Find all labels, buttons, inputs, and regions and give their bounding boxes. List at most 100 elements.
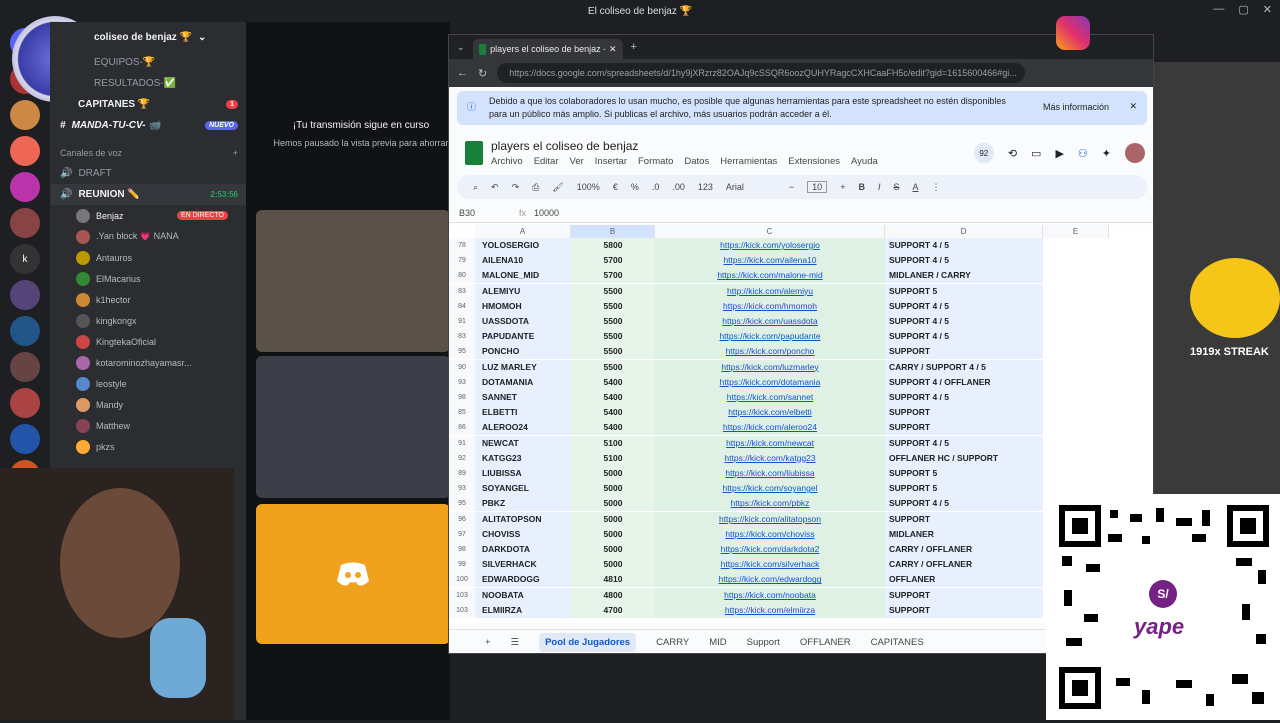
table-row[interactable]: 86 ALEROO24 5400 https://kick.com/aleroo24 S… — [449, 420, 1109, 436]
viewer-count[interactable]: 92 — [973, 143, 994, 163]
more-info-link[interactable]: Más información — [1043, 101, 1109, 114]
voice-channel[interactable]: 🔊 DRAFT — [50, 163, 246, 184]
kick-link-cell[interactable]: https://kick.com/soyangel — [655, 481, 885, 497]
server-icon[interactable] — [10, 172, 40, 202]
column-header[interactable]: D — [885, 225, 1043, 238]
sheet-tab[interactable]: Pool de Jugadores — [539, 633, 637, 652]
table-row[interactable]: 80 MALONE_MID 5700 https://kick.com/malone-… — [449, 268, 1109, 284]
channel-item[interactable]: EQUIPOS-🏆 — [50, 52, 246, 73]
voice-user[interactable]: Antauros — [50, 247, 246, 268]
table-row[interactable]: 84 HMOMOH 5500 https://kick.com/hmomoh SUPPO… — [449, 298, 1109, 314]
table-row[interactable]: 92 KATGG23 5100 https://kick.com/katgg23 OFF… — [449, 450, 1109, 466]
server-icon[interactable] — [10, 208, 40, 238]
table-row[interactable]: 95 PONCHO 5500 https://kick.com/poncho SUPPO… — [449, 344, 1109, 360]
all-sheets-icon[interactable]: ☰ — [511, 637, 520, 648]
kick-link-cell[interactable]: https://kick.com/poncho — [655, 344, 885, 360]
kick-link-cell[interactable]: https://kick.com/elmiirza — [655, 602, 885, 618]
table-row[interactable]: 95 PBKZ 5000 https://kick.com/pbkz SUPPORT 4… — [449, 496, 1109, 512]
kick-link-cell[interactable]: https://kick.com/ailena10 — [655, 253, 885, 269]
close-icon[interactable]: ✕ — [1129, 100, 1137, 113]
kick-link-cell[interactable]: https://kick.com/malone-mid — [655, 268, 885, 284]
voice-user[interactable]: .Yan block 💗 NANA — [50, 226, 246, 247]
menu-item[interactable]: Ayuda — [851, 156, 878, 167]
server-icon-k[interactable]: k — [10, 244, 40, 274]
kick-link-cell[interactable]: https://kick.com/uassdota — [655, 314, 885, 329]
server-icon[interactable] — [10, 100, 40, 130]
table-row[interactable]: 103 NOOBATA 4800 https://kick.com/noobata SU… — [449, 587, 1109, 603]
kick-link-cell[interactable]: https://kick.com/aleroo24 — [655, 420, 885, 436]
close-icon[interactable]: ✕ — [1263, 3, 1272, 16]
minimize-icon[interactable]: — — [1213, 3, 1224, 16]
column-header[interactable]: C — [655, 225, 885, 238]
gemini-icon[interactable]: ✦ — [1102, 147, 1111, 160]
voice-user[interactable]: k1hector — [50, 289, 246, 310]
comment-icon[interactable]: ▭ — [1031, 147, 1041, 160]
kick-link-cell[interactable]: https://kick.com/hmomoh — [655, 298, 885, 314]
table-row[interactable]: 93 DOTAMANIA 5400 https://kick.com/dotamani… — [449, 374, 1109, 390]
browser-tab[interactable]: players el coliseo de benjaz - Hoja ✕ — [472, 39, 623, 59]
kick-link-cell[interactable]: https://kick.com/newcat — [655, 435, 885, 451]
strikethrough-icon[interactable]: S — [893, 182, 899, 192]
bold-icon[interactable]: B — [858, 182, 865, 192]
channel-item[interactable]: CAPITANES 🏆 1 — [50, 94, 246, 115]
sheet-tab[interactable]: MID — [709, 637, 726, 648]
close-tab-icon[interactable]: ✕ — [609, 44, 617, 55]
kick-link-cell[interactable]: https://kick.com/luzmarley — [655, 359, 885, 375]
chevron-down-icon[interactable]: ⌄ — [457, 42, 465, 53]
table-row[interactable]: 79 AILENA10 5700 https://kick.com/ailena10 S… — [449, 253, 1109, 269]
italic-icon[interactable]: I — [878, 182, 881, 192]
voice-user[interactable]: kingkongx — [50, 310, 246, 331]
menu-item[interactable]: Editar — [534, 156, 559, 167]
kick-link-cell[interactable]: http://kick.com/alemiyu — [655, 283, 885, 299]
server-icon[interactable] — [10, 424, 40, 454]
back-icon[interactable]: ← — [457, 67, 468, 79]
kick-link-cell[interactable]: https://kick.com/choviss — [655, 526, 885, 542]
text-color-icon[interactable]: A — [912, 182, 918, 192]
channel-item[interactable]: RESULTADOS-✅ — [50, 73, 246, 94]
kick-link-cell[interactable]: https://kick.com/pbkz — [655, 496, 885, 512]
currency-button[interactable]: € — [613, 182, 618, 192]
kick-link-cell[interactable]: https://kick.com/elbetti — [655, 405, 885, 421]
table-row[interactable]: 98 DARKDOTA 5000 https://kick.com/darkdota2… — [449, 542, 1109, 557]
url-field[interactable]: https://docs.google.com/spreadsheets/d/1… — [497, 63, 1025, 83]
table-row[interactable]: 98 SANNET 5400 https://kick.com/sannet SUPPO… — [449, 390, 1109, 405]
table-row[interactable]: 78 YOLOSERGIO 5800 https://kick.com/yoloser… — [449, 238, 1109, 253]
kick-link-cell[interactable]: https://kick.com/yolosergio — [655, 238, 885, 253]
table-row[interactable]: 89 LIUBISSA 5000 https://kick.com/liubissa S… — [449, 466, 1109, 481]
voice-user[interactable]: Mandy — [50, 394, 246, 415]
table-row[interactable]: 99 SILVERHACK 5000 https://kick.com/silverh… — [449, 557, 1109, 573]
voice-channel-active[interactable]: 🔊 REUNION ✏️ 2:53:56 — [50, 184, 246, 205]
column-header[interactable]: A — [475, 225, 571, 238]
minus-icon[interactable]: − — [789, 182, 794, 192]
table-row[interactable]: 90 LUZ MARLEY 5500 https://kick.com/luzmarl… — [449, 359, 1109, 375]
zoom-select[interactable]: 100% — [577, 182, 600, 192]
video-tile[interactable] — [256, 210, 450, 352]
table-row[interactable]: 103 ELMIIRZA 4700 https://kick.com/elmiirza… — [449, 602, 1109, 618]
redo-icon[interactable]: ↷ — [512, 182, 520, 193]
table-row[interactable]: 97 CHOVISS 5000 https://kick.com/choviss MID… — [449, 526, 1109, 542]
server-icon[interactable] — [10, 388, 40, 418]
menu-item[interactable]: Archivo — [491, 156, 523, 167]
decrease-decimal-button[interactable]: .0 — [652, 182, 660, 192]
table-row[interactable]: 100 EDWARDOGG 4810 https://kick.com/edwardo… — [449, 572, 1109, 588]
table-row[interactable]: 85 ELBETTI 5400 https://kick.com/elbetti SUP… — [449, 405, 1109, 421]
percent-button[interactable]: % — [631, 182, 639, 192]
menu-item[interactable]: Ver — [570, 156, 584, 167]
kick-link-cell[interactable]: https://kick.com/silverhack — [655, 557, 885, 573]
sheet-tab[interactable]: Support — [747, 637, 780, 648]
voice-user[interactable]: Benjaz EN DIRECTO — [50, 205, 246, 226]
channel-item[interactable]: # MANDA-TU-CV- 📹 NUEVO — [50, 115, 246, 136]
kick-link-cell[interactable]: https://kick.com/alitatopson — [655, 511, 885, 527]
menu-item[interactable]: Insertar — [595, 156, 627, 167]
column-header[interactable]: B — [571, 225, 655, 238]
number-format-button[interactable]: 123 — [698, 182, 713, 192]
menu-item[interactable]: Datos — [684, 156, 709, 167]
kick-link-cell[interactable]: https://kick.com/katgg23 — [655, 450, 885, 466]
kick-link-cell[interactable]: https://kick.com/sannet — [655, 390, 885, 405]
new-tab-icon[interactable]: + — [631, 41, 637, 53]
table-row[interactable]: 96 ALITATOPSON 5000 https://kick.com/alitat… — [449, 511, 1109, 527]
voice-user[interactable]: pkzs — [50, 436, 246, 457]
voice-user[interactable]: Matthew — [50, 415, 246, 436]
video-tile-discord[interactable] — [256, 504, 450, 644]
meet-icon[interactable]: ▶ — [1055, 147, 1063, 160]
